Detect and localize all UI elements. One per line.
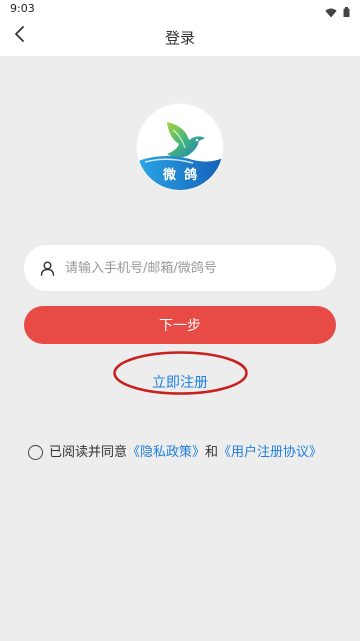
- agreement: 已阅读并同意《隐私政策》和《用户注册协议》: [28, 442, 338, 464]
- agreement-text: 已阅读并同意《隐私政策》和《用户注册协议》: [28, 442, 338, 464]
- agreement-prefix: 已阅读并同意: [49, 445, 128, 460]
- account-input[interactable]: [65, 260, 336, 276]
- page-title: 登录: [164, 29, 195, 47]
- agreement-conjunction: 和: [205, 445, 219, 460]
- app-logo: 微鸽: [137, 104, 223, 190]
- agree-radio[interactable]: [28, 445, 43, 460]
- user-agreement-link[interactable]: 《用户注册协议》: [218, 445, 322, 460]
- header: 登录: [0, 17, 360, 56]
- register-link[interactable]: 立即注册: [0, 372, 360, 392]
- status-bar: 9:03: [0, 0, 360, 18]
- account-field[interactable]: [24, 245, 336, 291]
- user-icon: [39, 260, 55, 276]
- privacy-policy-link[interactable]: 《隐私政策》: [127, 445, 205, 460]
- logo-text: 微鸽: [162, 168, 205, 183]
- next-step-button[interactable]: 下一步: [24, 306, 336, 344]
- register-link-label[interactable]: 立即注册: [152, 375, 208, 391]
- status-time: 9:03: [10, 2, 35, 15]
